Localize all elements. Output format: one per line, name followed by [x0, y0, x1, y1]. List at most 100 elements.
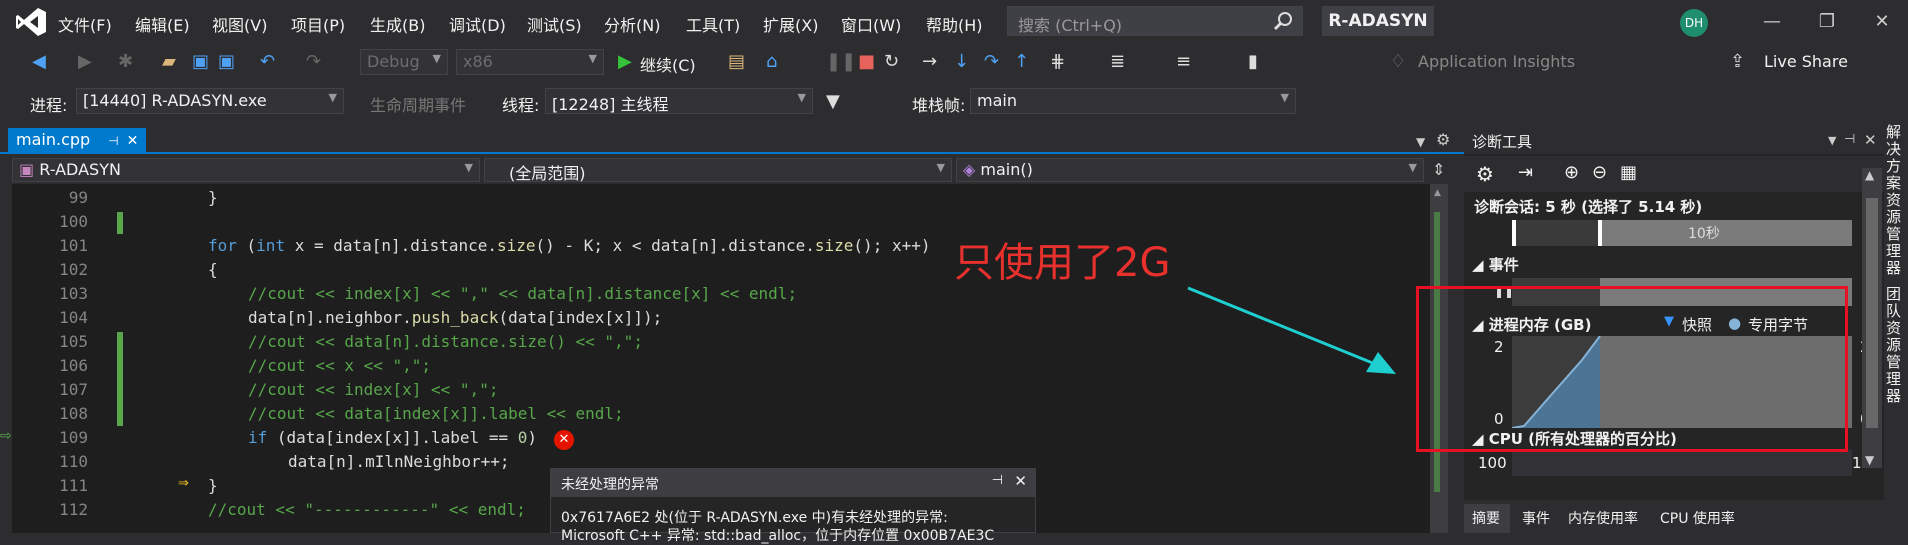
step-over-icon[interactable]: ↷	[984, 52, 999, 72]
line-number: 102	[59, 260, 88, 279]
process-select[interactable]: [14440] R-ADASYN.exe ▼	[76, 88, 344, 114]
menu-view[interactable]: 视图(V)	[212, 12, 267, 36]
lifecycle-events-button[interactable]: 生命周期事件	[370, 92, 466, 116]
line-number: 105	[59, 332, 88, 351]
stop-icon[interactable]: ■	[858, 52, 875, 72]
continue-button[interactable]: 继续(C)	[640, 52, 696, 76]
error-icon[interactable]: ✕	[554, 430, 574, 450]
cpu-chart	[1512, 450, 1852, 476]
split-icon[interactable]: ⇕	[1432, 160, 1445, 180]
menu-tools[interactable]: 工具(T)	[686, 12, 740, 36]
tab-main-cpp[interactable]: main.cpp ⊣ ✕	[8, 128, 146, 154]
pin-icon[interactable]: ⊣	[108, 134, 118, 148]
reset-zoom-icon[interactable]: ▦	[1620, 162, 1637, 183]
save-all-icon[interactable]: ▣	[218, 52, 235, 72]
cpu-axis-max: 100	[1478, 454, 1507, 472]
application-insights-button[interactable]: Application Insights	[1418, 52, 1575, 71]
pin-icon[interactable]: ⊣	[992, 473, 1003, 488]
show-next-statement-icon[interactable]: →	[922, 52, 937, 72]
tab-memory-usage[interactable]: 内存使用率	[1568, 508, 1638, 528]
timeline-ruler[interactable]: 10秒	[1512, 220, 1852, 246]
panel-menu-icon[interactable]: ▼	[1828, 134, 1836, 147]
menu-extensions[interactable]: 扩展(X)	[763, 12, 818, 36]
menu-build[interactable]: 生成(B)	[370, 12, 425, 36]
scroll-up-icon[interactable]: ▲	[1865, 168, 1874, 182]
bookmark-icon[interactable]: ▮	[1248, 52, 1258, 72]
share-icon: ⇪	[1730, 51, 1746, 72]
tab-events[interactable]: 事件	[1522, 508, 1550, 528]
avatar[interactable]: DH	[1680, 9, 1708, 37]
filter-icon[interactable]: ▼	[826, 92, 840, 112]
events-header[interactable]: ◢ 事件	[1472, 254, 1519, 275]
close-icon[interactable]: ✕	[1864, 131, 1877, 149]
restore-icon[interactable]: ❐	[1815, 10, 1839, 34]
line-number: 104	[59, 308, 88, 327]
configuration-select[interactable]: Debug ▼	[360, 49, 448, 75]
solution-explorer-tab[interactable]: 解决方案资源管理器	[1886, 124, 1906, 277]
scroll-thumb[interactable]	[1866, 198, 1878, 428]
scroll-down-icon[interactable]: ▼	[1865, 453, 1874, 467]
redo-icon[interactable]: ↷	[306, 52, 321, 72]
pin-icon[interactable]: ⊣	[1844, 132, 1855, 147]
home-icon[interactable]: ⌂	[766, 52, 777, 72]
export-icon[interactable]: ⇥	[1518, 162, 1533, 183]
menu-window[interactable]: 窗口(W)	[841, 12, 901, 36]
pause-icon[interactable]: ❚❚	[826, 52, 856, 72]
selection-end-handle[interactable]	[1598, 220, 1602, 246]
diag-scrollbar[interactable]: ▲ ▼	[1862, 168, 1882, 468]
menu-debug[interactable]: 调试(D)	[449, 12, 506, 36]
hex-icon[interactable]: ⋕	[1050, 52, 1065, 72]
new-item-icon[interactable]: ✱	[118, 52, 133, 72]
menu-project[interactable]: 项目(P)	[291, 12, 345, 36]
project-icon: ▣	[19, 160, 35, 179]
thread-select[interactable]: [12248] 主线程 ▼	[545, 88, 813, 114]
code-line: for (int x = data[n].distance.size() - K…	[208, 236, 931, 255]
forward-icon[interactable]: ▶	[78, 52, 92, 72]
scroll-up-icon[interactable]: ▲	[1434, 188, 1441, 198]
close-tab-icon[interactable]: ✕	[127, 133, 139, 149]
live-share-button[interactable]: Live Share	[1764, 52, 1848, 71]
tab-cpu-usage[interactable]: CPU 使用率	[1660, 508, 1735, 528]
settings-icon[interactable]: ⚙	[1476, 162, 1494, 186]
zoom-out-icon[interactable]: ⊖	[1592, 162, 1607, 183]
exception-title: 未经处理的异常 ⊣ ✕	[551, 469, 1035, 497]
tab-dropdown-icon[interactable]: ▼	[1416, 132, 1425, 152]
code-line: //cout << data[index[x]].label << endl;	[248, 404, 624, 423]
selection-start-handle[interactable]	[1512, 220, 1516, 246]
restart-icon[interactable]: ↻	[884, 52, 899, 72]
close-icon[interactable]: ✕	[1870, 10, 1894, 34]
zoom-in-icon[interactable]: ⊕	[1564, 162, 1579, 183]
insights-icon: ♢	[1390, 51, 1407, 72]
stack-frame-select[interactable]: main ▼	[970, 88, 1296, 114]
menu-edit[interactable]: 编辑(E)	[135, 12, 190, 36]
back-icon[interactable]: ◀	[32, 52, 46, 72]
debug-process-icon[interactable]: ▤	[728, 52, 745, 72]
annotation-highlight-box	[1416, 286, 1848, 452]
menu-test[interactable]: 测试(S)	[527, 12, 582, 36]
thread-icon[interactable]: ≣	[1110, 52, 1125, 72]
indicator-margin: ⇨	[0, 184, 12, 533]
save-icon[interactable]: ▣	[192, 52, 209, 72]
minimize-icon[interactable]: —	[1760, 10, 1784, 34]
search-input[interactable]: 搜索 (Ctrl+Q)	[1007, 6, 1303, 36]
menu-help[interactable]: 帮助(H)	[926, 12, 983, 36]
continue-icon[interactable]: ▶	[618, 52, 632, 72]
comment-icon[interactable]: ≡	[1176, 52, 1191, 72]
tab-summary[interactable]: 摘要	[1472, 508, 1500, 528]
menu-file[interactable]: 文件(F)	[58, 12, 112, 36]
step-out-icon[interactable]: ↑	[1014, 52, 1029, 72]
close-icon[interactable]: ✕	[1014, 472, 1027, 490]
undo-icon[interactable]: ↶	[260, 52, 275, 72]
diagnostic-toolbar: ⚙ ⇥ ⊕ ⊖ ▦	[1464, 156, 1884, 192]
menu-analyze[interactable]: 分析(N)	[604, 12, 660, 36]
gear-icon[interactable]: ⚙	[1436, 130, 1450, 150]
exception-popup[interactable]: 未经处理的异常 ⊣ ✕ 0x7617A6E2 处(位于 R-ADASYN.exe…	[550, 468, 1036, 544]
step-into-icon[interactable]: ↓	[954, 52, 969, 72]
platform-select[interactable]: x86 ▼	[456, 49, 604, 75]
team-explorer-tab[interactable]: 团队资源管理器	[1886, 286, 1906, 405]
open-folder-icon[interactable]: ▰	[162, 52, 176, 72]
global-scope-select[interactable]: (全局范围) ▼	[484, 158, 952, 183]
line-number: 103	[59, 284, 88, 303]
function-scope-select[interactable]: ◈ main() ▼	[956, 158, 1424, 182]
project-scope-select[interactable]: ▣ R-ADASYN ▼	[12, 158, 480, 182]
